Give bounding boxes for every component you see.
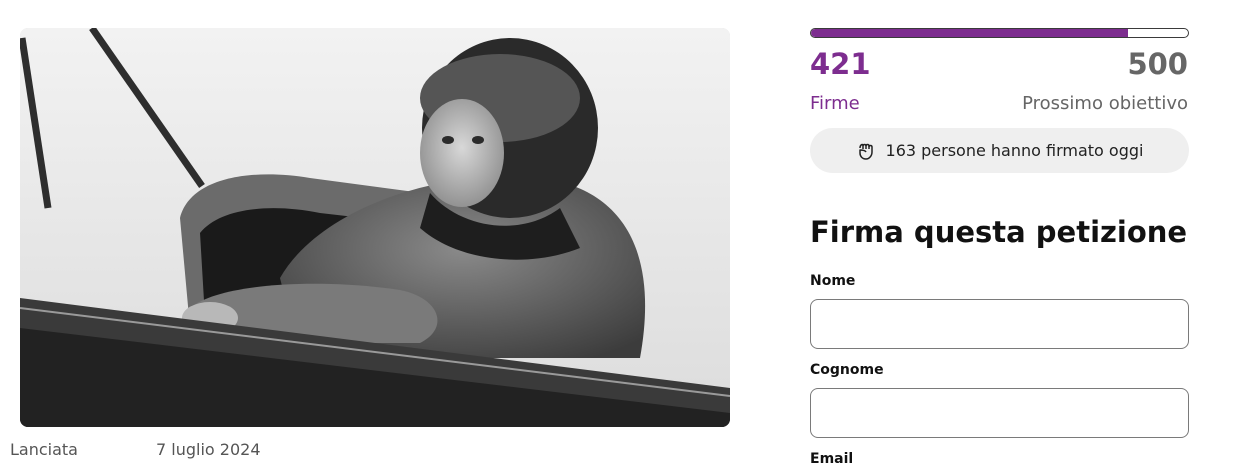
signed-today-text: 163 persone hanno firmato oggi	[885, 141, 1144, 160]
petition-photo	[20, 28, 730, 427]
sign-form-title: Firma questa petizione	[810, 215, 1188, 249]
signature-count-label: Firme	[810, 93, 860, 114]
launched-label: Lanciata	[10, 440, 78, 459]
email-label: Email	[810, 451, 854, 463]
last-name-label: Cognome	[810, 362, 884, 378]
launched-date: 7 luglio 2024	[156, 440, 261, 459]
last-name-input[interactable]	[810, 388, 1189, 438]
goal-count: 500	[1127, 47, 1188, 81]
signed-today-badge: 163 persone hanno firmato oggi	[810, 128, 1189, 173]
first-name-label: Nome	[810, 273, 856, 289]
first-name-input[interactable]	[810, 299, 1189, 349]
raised-fist-icon	[856, 141, 876, 161]
signature-progress-bar	[810, 28, 1189, 38]
signature-count: 421	[810, 47, 871, 81]
petition-page: Lanciata 7 luglio 2024 421 500 Firme Pro…	[0, 0, 1236, 463]
signature-progress-fill	[811, 29, 1129, 37]
goal-label: Prossimo obiettivo	[1022, 93, 1188, 114]
